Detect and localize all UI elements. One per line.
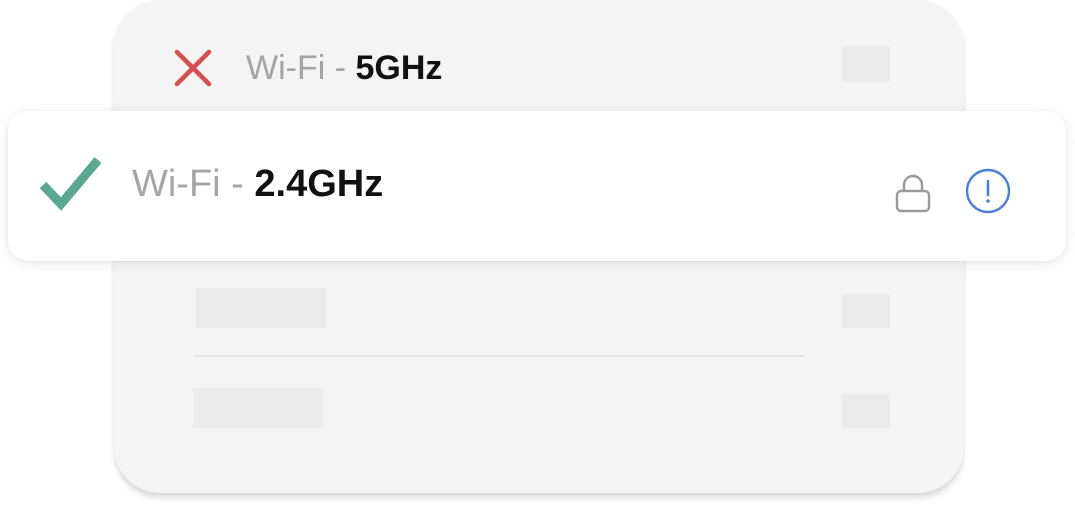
network-prefix: Wi-Fi - (246, 49, 356, 87)
network-row-content: Wi-Fi - 2.4GHz (40, 149, 383, 219)
divider (194, 355, 805, 357)
network-prefix: Wi-Fi - (132, 163, 255, 205)
placeholder-text (196, 288, 326, 328)
placeholder-block (842, 394, 890, 428)
network-band: 2.4GHz (254, 163, 384, 205)
placeholder-block (842, 46, 890, 82)
network-name: Wi-Fi - 5GHz (246, 51, 442, 85)
x-icon (174, 49, 212, 87)
info-icon[interactable] (964, 167, 1012, 215)
placeholder-block (842, 294, 890, 328)
network-row-5ghz[interactable]: Wi-Fi - 5GHz (172, 44, 442, 92)
network-row-2-4ghz[interactable]: Wi-Fi - 2.4GHz (8, 111, 1066, 261)
wifi-list-illustration: Wi-Fi - 5GHz Wi-Fi - 2.4GHz (0, 0, 1075, 512)
placeholder-text (193, 388, 323, 428)
lock-icon (895, 174, 931, 213)
network-band: 5GHz (355, 49, 443, 87)
network-name: Wi-Fi - 2.4GHz (132, 165, 383, 203)
check-icon (40, 157, 102, 211)
